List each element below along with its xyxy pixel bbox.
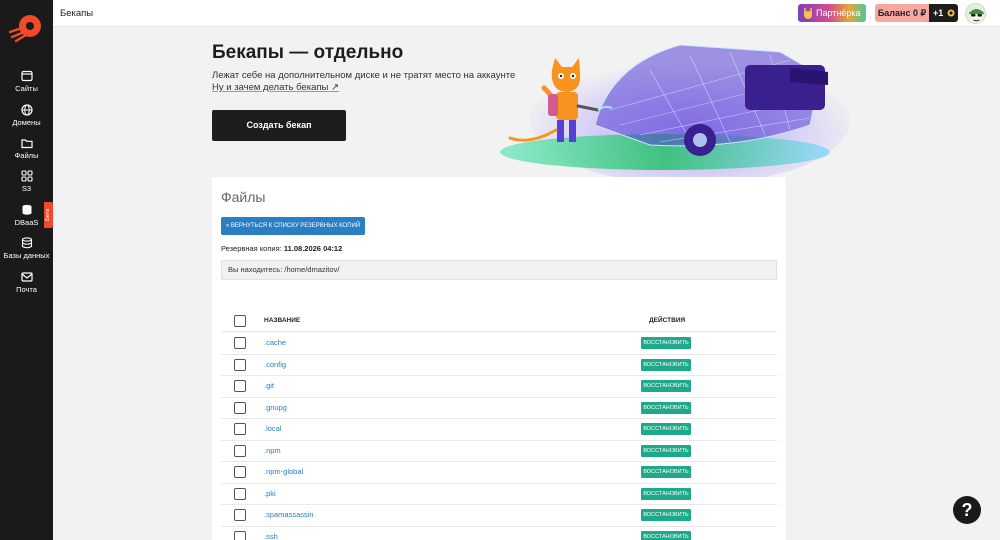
file-name-link[interactable]: .pki — [264, 489, 276, 498]
hero-subtitle: Лежат себе на дополнительном диске и не … — [212, 70, 516, 81]
row-checkbox[interactable] — [234, 337, 246, 349]
restore-button[interactable]: ВОССТАНОВИТЬ — [641, 487, 691, 500]
row-checkbox[interactable] — [234, 380, 246, 392]
top-bar: Бекапы Партнёрка Баланс 0 ₽ +1 — [53, 0, 1000, 27]
table-row: .git ВОССТАНОВИТЬ — [221, 376, 777, 398]
row-checkbox[interactable] — [234, 401, 246, 414]
restore-button[interactable]: ВОССТАНОВИТЬ — [641, 530, 691, 540]
sidebar-item-s3[interactable]: S3 — [0, 170, 53, 200]
hero-title: Бекапы — отдельно — [212, 42, 404, 63]
sidebar-item-label: Домены — [12, 118, 41, 127]
row-checkbox[interactable] — [234, 423, 246, 435]
partner-button[interactable]: Партнёрка — [798, 4, 866, 22]
create-backup-button[interactable]: Создать бекап — [212, 110, 346, 141]
partner-label: Партнёрка — [816, 8, 861, 18]
row-checkbox[interactable] — [234, 509, 246, 521]
row-checkbox[interactable] — [234, 466, 246, 478]
file-name-link[interactable]: .git — [264, 381, 274, 390]
file-name-link[interactable]: .gnupg — [264, 403, 287, 412]
table-row: .gnupg ВОССТАНОВИТЬ — [221, 398, 777, 419]
table-row: .pki ВОССТАНОВИТЬ — [221, 484, 777, 505]
backup-info: Резервная копия: 11.08.2026 04:12 — [221, 244, 342, 253]
row-checkbox[interactable] — [234, 358, 246, 371]
coin-icon — [947, 9, 955, 17]
avatar[interactable] — [965, 3, 986, 24]
row-checkbox[interactable] — [234, 444, 246, 457]
file-name-link[interactable]: .ssh — [264, 532, 278, 540]
table-row: .ssh ВОССТАНОВИТЬ — [221, 527, 777, 540]
files-panel: Файлы « ВЕРНУТЬСЯ К СПИСКУ РЕЗЕРВНЫХ КОП… — [212, 177, 786, 540]
restore-button[interactable]: ВОССТАНОВИТЬ — [641, 358, 691, 371]
back-to-backups-button[interactable]: « ВЕРНУТЬСЯ К СПИСКУ РЕЗЕРВНЫХ КОПИЙ — [221, 217, 365, 235]
select-all-checkbox[interactable] — [234, 315, 246, 327]
table-row: .cache ВОССТАНОВИТЬ — [221, 333, 777, 355]
table-row: .local ВОССТАНОВИТЬ — [221, 419, 777, 441]
file-name-link[interactable]: .config — [264, 360, 286, 369]
restore-button[interactable]: ВОССТАНОВИТЬ — [641, 444, 691, 457]
sidebar-item-domains[interactable]: Домены — [0, 104, 53, 134]
sidebar-item-databases[interactable]: Базы данных — [0, 237, 53, 267]
backup-date: 11.08.2026 04:12 — [283, 244, 343, 253]
restore-button[interactable]: ВОССТАНОВИТЬ — [641, 380, 691, 392]
file-name-link[interactable]: .spamassassin — [264, 510, 314, 519]
page-title: Бекапы — [60, 8, 94, 19]
database-stack-icon — [21, 237, 32, 249]
sidebar-item-mail[interactable]: Почта — [0, 271, 53, 301]
sidebar-item-label: Почта — [16, 285, 37, 294]
folder-icon — [20, 139, 33, 149]
current-path: Вы находитесь: /home/dmazitov/ — [221, 260, 777, 280]
restore-button[interactable]: ВОССТАНОВИТЬ — [641, 466, 691, 478]
row-checkbox[interactable] — [234, 487, 246, 500]
backup-label: Резервная копия: — [221, 244, 282, 253]
files-title: Файлы — [221, 189, 266, 205]
beta-badge: Бета — [44, 202, 53, 228]
rock-hand-icon — [804, 7, 812, 19]
restore-button[interactable]: ВОССТАНОВИТЬ — [641, 337, 691, 349]
sidebar-item-label: S3 — [21, 184, 32, 193]
sidebar-item-files[interactable]: Файлы — [0, 137, 53, 167]
sidebar-item-label: Сайты — [15, 84, 38, 93]
bonus-badge[interactable]: +1 — [929, 4, 958, 22]
sidebar-item-label: Файлы — [14, 151, 39, 160]
browser-icon — [20, 70, 33, 82]
file-name-link[interactable]: .cache — [264, 338, 286, 347]
why-backups-link[interactable]: Ну и зачем делать бекапы ↗ — [212, 82, 339, 93]
column-header-actions: ДЕЙСТВИЯ — [649, 317, 686, 324]
sidebar-item-sites[interactable]: Сайты — [0, 70, 53, 100]
logo-icon[interactable] — [8, 10, 44, 46]
hero-illustration — [500, 44, 850, 180]
row-checkbox[interactable] — [234, 530, 246, 540]
table-row: .npm-global ВОССТАНОВИТЬ — [221, 462, 777, 484]
column-header-name: НАЗВАНИЕ — [264, 317, 301, 324]
grid-icon — [20, 170, 33, 182]
restore-button[interactable]: ВОССТАНОВИТЬ — [641, 401, 691, 414]
table-row: .spamassassin ВОССТАНОВИТЬ — [221, 505, 777, 527]
table-row: .npm ВОССТАНОВИТЬ — [221, 441, 777, 462]
sidebar-item-label: Базы данных — [3, 251, 50, 260]
table-row: .config ВОССТАНОВИТЬ — [221, 355, 777, 376]
file-name-link[interactable]: .npm — [264, 446, 281, 455]
user-avatar-icon — [969, 9, 984, 23]
bonus-label: +1 — [933, 8, 944, 18]
globe-icon — [20, 104, 33, 116]
restore-button[interactable]: ВОССТАНОВИТЬ — [641, 423, 691, 435]
file-name-link[interactable]: .local — [264, 424, 282, 433]
sidebar: Сайты Домены Файлы S3 DBaaS Бета Базы да… — [0, 0, 53, 540]
restore-button[interactable]: ВОССТАНОВИТЬ — [641, 509, 691, 521]
balance-button[interactable]: Баланс 0 ₽ — [875, 4, 929, 22]
database-icon — [22, 204, 31, 215]
help-button[interactable]: ? — [953, 496, 981, 524]
mail-icon — [20, 272, 33, 282]
file-name-link[interactable]: .npm-global — [264, 467, 303, 476]
table-header: НАЗВАНИЕ ДЕЙСТВИЯ — [221, 311, 777, 332]
